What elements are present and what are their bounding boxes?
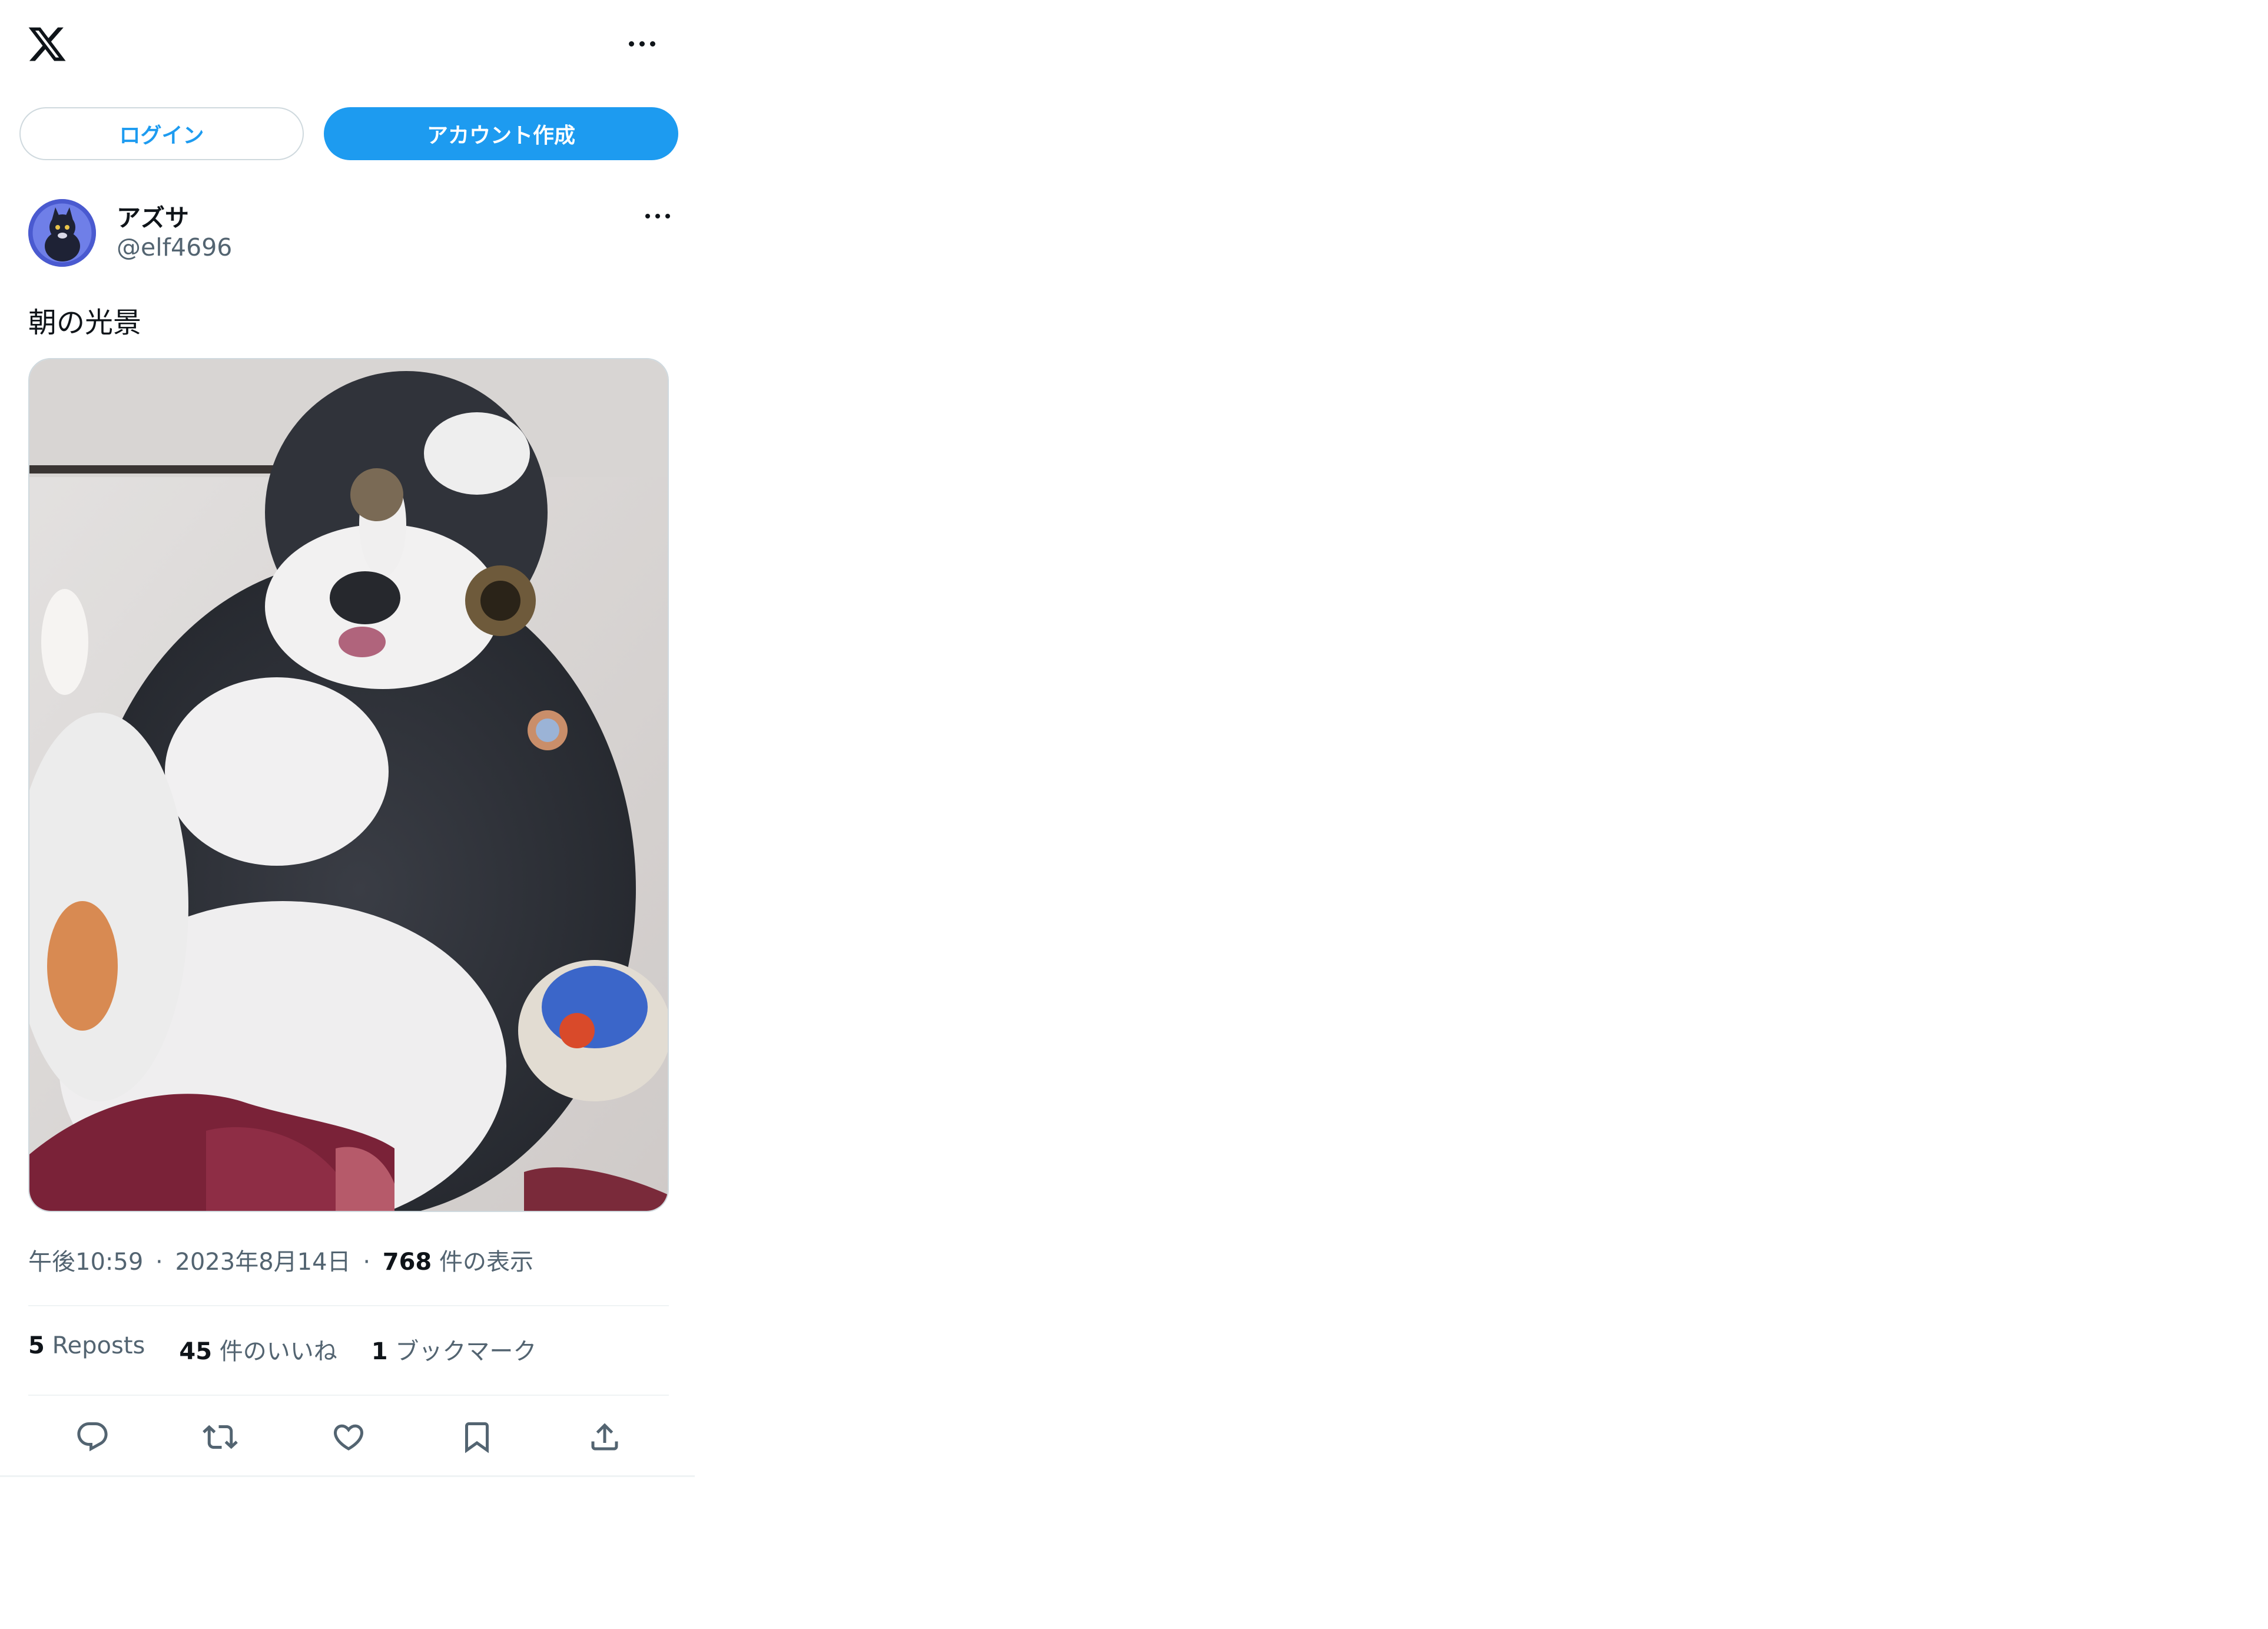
author-handle[interactable]: @elf4696 — [117, 233, 232, 261]
likes-label: 件のいいね — [219, 1338, 337, 1365]
action-bar — [28, 1408, 669, 1466]
share-icon[interactable] — [583, 1416, 626, 1458]
more-horizontal-icon[interactable] — [629, 41, 655, 47]
reply-icon[interactable] — [71, 1416, 114, 1458]
divider — [28, 1305, 669, 1306]
bookmarks-stat[interactable]: 1 ブックマーク — [372, 1332, 537, 1366]
bookmark-icon[interactable] — [456, 1416, 498, 1458]
likes-stat[interactable]: 45 件のいいね — [179, 1332, 337, 1366]
tweet-photo[interactable] — [28, 358, 669, 1212]
reposts-label: Reposts — [52, 1332, 145, 1359]
meta-separator: · — [363, 1249, 371, 1276]
likes-count: 45 — [179, 1338, 213, 1365]
reposts-count: 5 — [28, 1332, 45, 1359]
bookmarks-count: 1 — [371, 1338, 388, 1365]
divider — [28, 1395, 669, 1396]
avatar[interactable] — [28, 199, 96, 267]
login-button[interactable]: ログイン — [19, 107, 304, 160]
tweet-stats: 5 Reposts 45 件のいいね 1 ブックマーク — [28, 1332, 536, 1366]
like-icon[interactable] — [327, 1416, 370, 1458]
tweet-meta: 午後10:59 · 2023年8月14日 · 768 件の表示 — [28, 1243, 533, 1277]
author-name[interactable]: アズサ — [117, 198, 189, 233]
signup-button[interactable]: アカウント作成 — [324, 107, 678, 160]
bookmarks-label: ブックマーク — [395, 1338, 537, 1365]
tweet-time[interactable]: 午後10:59 — [28, 1249, 143, 1276]
tweet-text: 朝の光景 — [28, 306, 142, 339]
x-logo-icon[interactable] — [26, 24, 68, 65]
views-label: 件の表示 — [439, 1249, 533, 1276]
tweet-more-icon[interactable] — [645, 214, 670, 218]
meta-separator: · — [155, 1249, 163, 1276]
tweet-column: ログイン アカウント作成 アズサ @elf4696 朝の光景 午後10:59 ·… — [0, 0, 695, 1477]
reposts-stat[interactable]: 5 Reposts — [28, 1332, 145, 1366]
views-count: 768 — [382, 1249, 432, 1276]
tweet-date[interactable]: 2023年8月14日 — [175, 1249, 350, 1276]
page: ログイン アカウント作成 アズサ @elf4696 朝の光景 午後10:59 ·… — [0, 0, 2268, 1629]
repost-icon[interactable] — [199, 1416, 241, 1458]
